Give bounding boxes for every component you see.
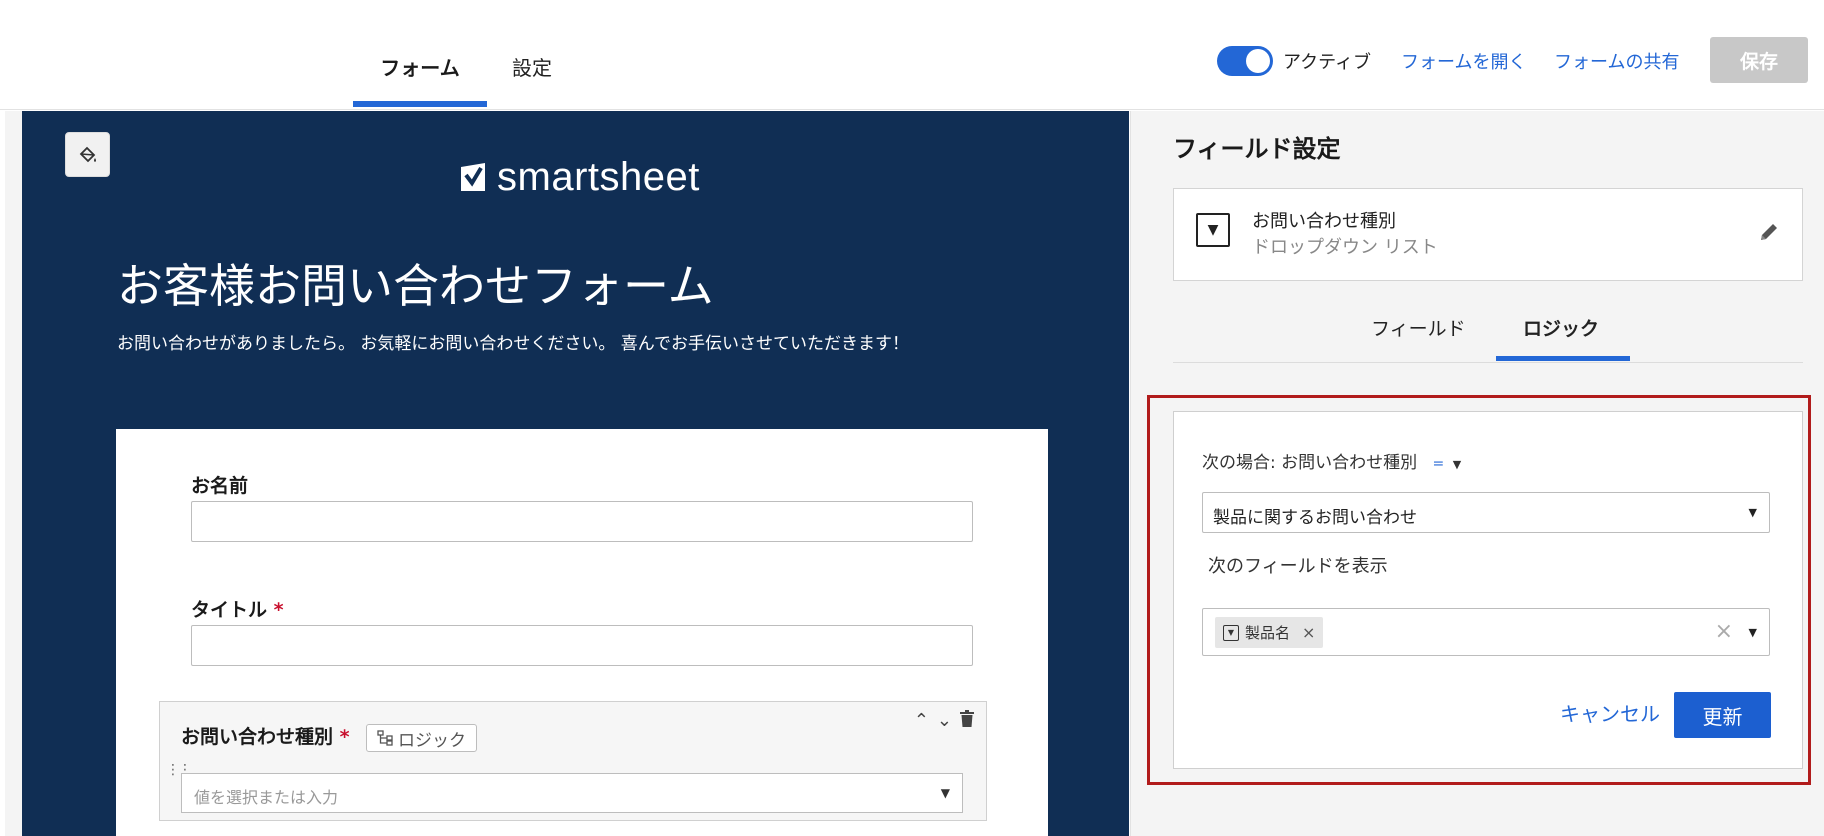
field-actions: ⌃ ⌄ [914,710,974,731]
operator-value: = [1432,456,1445,472]
field-label-inquiry-type: お問い合わせ種別 * [181,722,350,749]
chevron-up-icon[interactable]: ⌃ [914,710,929,731]
dropdown-placeholder: 値を選択または入力 [194,788,339,807]
toggle-label: アクティブ [1283,52,1372,73]
tag-label: 製品名 [1245,624,1291,642]
selected-field-inquiry-type[interactable]: お問い合わせ種別 * ロジック ⌃ ⌄ ⋮⋮ 値を選択または入力 ▼ [159,701,987,821]
smartsheet-logo-icon [461,163,485,191]
form-canvas: smartsheet お客様お問い合わせフォーム お問い合わせがありましたら。 … [5,111,1129,836]
title-input[interactable] [191,625,973,666]
open-form-link[interactable]: フォームを開く [1401,48,1526,74]
tab-settings[interactable]: 設定 [512,52,552,106]
remove-tag-icon[interactable]: × [1302,623,1315,642]
name-input[interactable] [191,501,973,542]
logic-tab-indicator [1496,356,1630,361]
condition-value: 製品に関するお問い合わせ [1213,508,1417,528]
dropdown-field-icon: ▼ [1196,213,1230,247]
condition-value-select[interactable]: 製品に関するお問い合わせ ▼ [1202,492,1770,533]
caret-down-icon: ▼ [1452,458,1462,471]
logic-branch-icon [377,730,393,746]
panel-title: フィールド設定 [1173,135,1341,163]
active-toggle[interactable] [1217,46,1273,76]
field-label-title: タイトル * [191,595,284,622]
share-form-link[interactable]: フォームの共有 [1554,48,1679,74]
trash-icon[interactable] [960,710,974,727]
field-label-text: タイトル [191,599,268,621]
tabs-divider [1173,362,1803,363]
field-type: ドロップダウン リスト [1252,237,1438,258]
field-name: お問い合わせ種別 [1252,211,1396,232]
active-tab-indicator [353,101,487,107]
caret-down-icon[interactable]: ▼ [1749,626,1757,639]
smartsheet-logo: smartsheet [459,147,700,207]
required-asterisk: * [273,599,284,621]
save-button[interactable]: 保存 [1710,37,1808,83]
field-settings-panel: フィールド設定 ▼ お問い合わせ種別 ドロップダウン リスト フィールド ロジッ… [1130,111,1824,836]
logic-chip-label: ロジック [398,730,466,751]
caret-down-icon: ▼ [940,786,950,800]
toggle-knob [1246,49,1270,73]
required-asterisk: * [339,726,350,748]
show-fields-label: 次のフィールドを表示 [1208,556,1388,577]
logic-chip[interactable]: ロジック [366,724,477,752]
field-label-text: お問い合わせ種別 [181,726,334,748]
tab-field[interactable]: フィールド [1371,314,1466,341]
theme-paint-button[interactable] [65,132,110,177]
paint-bucket-icon [79,146,96,162]
logic-rule-card: 次の場合: お問い合わせ種別 = ▼ 製品に関するお問い合わせ ▼ 次のフィール… [1173,411,1803,769]
tab-form[interactable]: フォーム [353,52,487,106]
pencil-icon[interactable] [1758,221,1780,243]
top-bar: フォーム 設定 アクティブ フォームを開く フォームの共有 保存 [0,0,1824,110]
form-background: smartsheet お客様お問い合わせフォーム お問い合わせがありましたら。 … [22,111,1129,836]
selected-field-tag: ▼ 製品名 × [1215,617,1324,648]
logo-text: smartsheet [497,154,700,199]
field-summary-card: ▼ お問い合わせ種別 ドロップダウン リスト [1173,188,1803,281]
operator-selector[interactable]: = ▼ [1433,456,1462,472]
fields-to-show-select[interactable]: ▼ 製品名 × × ▼ [1202,608,1770,656]
chevron-down-icon[interactable]: ⌄ [937,710,952,731]
tab-logic[interactable]: ロジック [1523,314,1599,341]
update-button[interactable]: 更新 [1674,692,1771,738]
form-title: お客様お問い合わせフォーム [117,259,714,313]
condition-label: 次の場合: お問い合わせ種別 [1202,453,1418,473]
field-label-name: お名前 [191,471,248,498]
form-description: お問い合わせがありましたら。 お気軽にお問い合わせください。 喜んでお手伝いさせ… [117,334,909,354]
form-card: お名前 タイトル * お問い合わせ種別 * ロジック ⌃ ⌄ ⋮⋮ 値を選択また… [116,429,1048,836]
caret-down-icon: ▼ [1748,506,1757,519]
condition-row: 次の場合: お問い合わせ種別 = ▼ [1202,448,1461,473]
clear-all-icon[interactable]: × [1715,619,1733,644]
cancel-button[interactable]: キャンセル [1560,698,1660,727]
inquiry-type-dropdown[interactable]: 値を選択または入力 ▼ [181,773,963,813]
dropdown-field-icon: ▼ [1223,624,1239,641]
field-label-text: お名前 [191,475,249,497]
